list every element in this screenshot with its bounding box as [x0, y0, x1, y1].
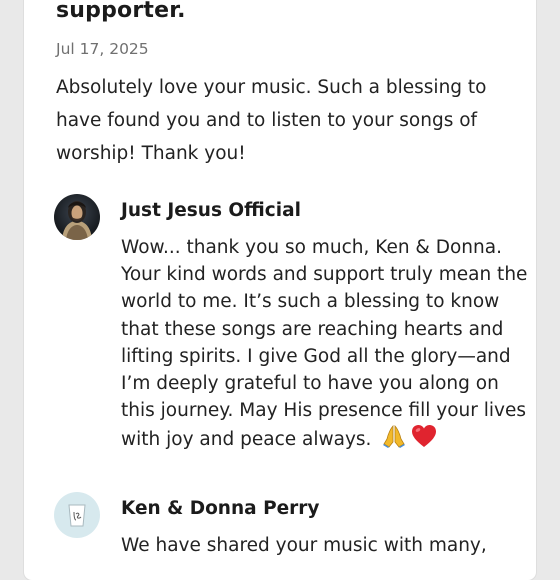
reply-text: Wow... thank you so much, Ken & Donna. Y…: [121, 234, 531, 454]
artist-portrait-avatar: [54, 194, 100, 240]
reply-author[interactable]: Ken & Donna Perry: [121, 498, 320, 519]
author-avatar[interactable]: [54, 492, 100, 538]
monogram-cup-avatar: [54, 492, 100, 538]
post-body: Absolutely love your music. Such a bless…: [56, 77, 487, 164]
author-avatar[interactable]: [54, 194, 100, 240]
praying-hands-icon: [381, 424, 407, 449]
post-date: Jul 17, 2025: [56, 40, 149, 58]
comment-card: supporter. Jul 17, 2025 Absolutely love …: [24, 0, 536, 580]
post-title: supporter.: [56, 0, 186, 23]
reply-author[interactable]: Just Jesus Official: [121, 200, 301, 221]
reply-text-content: Wow... thank you so much, Ken & Donna. Y…: [121, 237, 528, 451]
red-heart-icon: [411, 424, 437, 448]
reply-text: We have shared your music with many,: [121, 535, 487, 556]
